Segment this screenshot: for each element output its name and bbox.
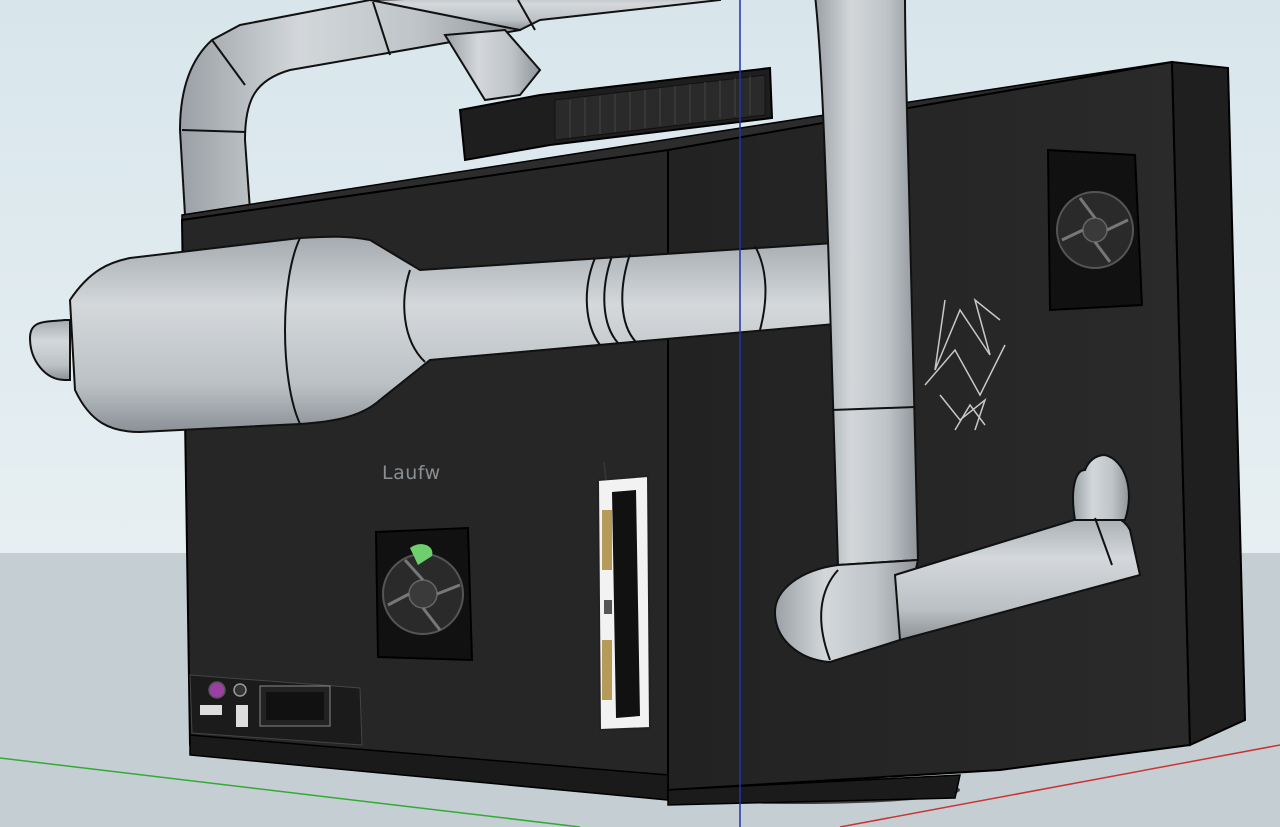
modeling-viewport[interactable]: Laufw (0, 0, 1280, 827)
expansion-card-icon[interactable] (596, 461, 652, 732)
3d-scene[interactable] (0, 0, 1280, 827)
side-fan-icon[interactable] (1046, 148, 1144, 312)
front-fan-icon[interactable] (374, 526, 474, 662)
